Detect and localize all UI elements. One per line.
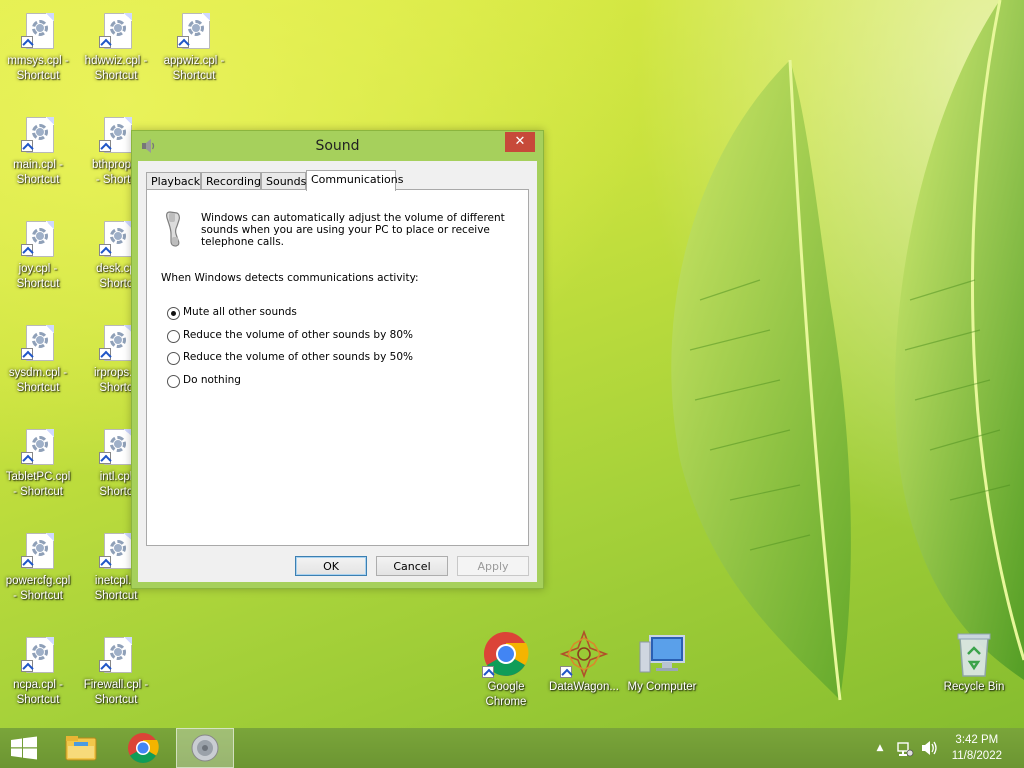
- control-panel-shortcut-icon: [99, 324, 133, 364]
- tray-overflow-chevron[interactable]: ▲: [872, 728, 888, 768]
- sound-icon: [191, 734, 219, 762]
- activity-group-label: When Windows detects communications acti…: [161, 272, 419, 284]
- control-panel-shortcut-icon: [21, 12, 55, 52]
- dialog-titlebar[interactable]: Sound ✕: [132, 131, 543, 161]
- desktop-icon-datawagon[interactable]: DataWagon...: [546, 629, 622, 695]
- radio-indicator[interactable]: [167, 330, 180, 343]
- tab-communications[interactable]: Communications: [306, 170, 403, 191]
- cancel-button[interactable]: Cancel: [376, 556, 448, 576]
- desktop-icon-recycle-bin[interactable]: Recycle Bin: [936, 630, 1012, 695]
- taskbar: ▲ 3:42 PM 11/8/2022: [0, 728, 1024, 768]
- desktop-icon-sysdm[interactable]: sysdm.cpl - Shortcut: [0, 324, 76, 396]
- desktop-icon-mmsys[interactable]: mmsys.cpl - Shortcut: [0, 12, 76, 84]
- taskbar-clock[interactable]: 3:42 PM 11/8/2022: [952, 732, 1002, 764]
- control-panel-shortcut-icon: [21, 116, 55, 156]
- control-panel-shortcut-icon: [21, 220, 55, 260]
- desktop-icon-ncpa[interactable]: ncpa.cpl - Shortcut: [0, 636, 76, 708]
- control-panel-shortcut-icon: [99, 636, 133, 676]
- network-tray-icon[interactable]: [894, 728, 916, 768]
- control-panel-shortcut-icon: [99, 428, 133, 468]
- desktop-icon-my-computer[interactable]: My Computer: [624, 630, 700, 695]
- control-panel-shortcut-icon: [21, 428, 55, 468]
- radio-indicator[interactable]: [167, 352, 180, 365]
- recycle-bin-icon: [954, 630, 994, 678]
- telephone-icon: [164, 210, 186, 248]
- communications-description: Windows can automatically adjust the vol…: [201, 212, 505, 248]
- taskbar-chrome[interactable]: [120, 728, 166, 768]
- computer-icon: [638, 630, 686, 678]
- tab-playback[interactable]: Playback: [146, 172, 201, 190]
- control-panel-shortcut-icon: [21, 324, 55, 364]
- communications-panel: Windows can automatically adjust the vol…: [146, 189, 529, 546]
- radio-indicator[interactable]: [167, 307, 180, 320]
- datawagon-icon: [559, 629, 609, 679]
- volume-tray-icon[interactable]: [918, 728, 940, 768]
- chrome-icon: [482, 630, 530, 678]
- clock-time: 3:42 PM: [955, 734, 999, 746]
- desktop-icon-hdwwiz[interactable]: hdwwiz.cpl - Shortcut: [78, 12, 154, 84]
- desktop-icon-powercfg[interactable]: powercfg.cpl - Shortcut: [0, 532, 76, 604]
- desktop-icon-firewall[interactable]: Firewall.cpl - Shortcut: [78, 636, 154, 708]
- start-button[interactable]: [0, 728, 48, 768]
- tab-recording[interactable]: Recording: [201, 172, 261, 190]
- taskbar-file-explorer[interactable]: [58, 728, 104, 768]
- desktop-icon-joy[interactable]: joy.cpl - Shortcut: [0, 220, 76, 292]
- control-panel-shortcut-icon: [177, 12, 211, 52]
- start-icon: [11, 736, 37, 760]
- desktop-icon-tabletpc[interactable]: TabletPC.cpl - Shortcut: [0, 428, 76, 500]
- taskbar-sound-active[interactable]: [176, 728, 234, 768]
- desktop-icon-main[interactable]: main.cpl - Shortcut: [0, 116, 76, 188]
- close-button[interactable]: ✕: [505, 132, 535, 152]
- clock-date: 11/8/2022: [951, 750, 1002, 762]
- control-panel-shortcut-icon: [99, 12, 133, 52]
- control-panel-shortcut-icon: [99, 116, 133, 156]
- dialog-title: Sound: [315, 138, 360, 154]
- apply-button[interactable]: Apply: [457, 556, 529, 576]
- file-explorer-icon: [65, 736, 97, 761]
- desktop-icon-google-chrome[interactable]: Google Chrome: [468, 630, 544, 710]
- desktop-icon-appwiz[interactable]: appwiz.cpl - Shortcut: [156, 12, 232, 84]
- tab-sounds[interactable]: Sounds: [261, 172, 306, 190]
- control-panel-shortcut-icon: [99, 220, 133, 260]
- chrome-icon: [128, 733, 159, 764]
- dialog-client-area: Playback Recording Sounds Communications…: [138, 161, 537, 582]
- control-panel-shortcut-icon: [99, 532, 133, 572]
- control-panel-shortcut-icon: [21, 532, 55, 572]
- radio-indicator[interactable]: [167, 375, 180, 388]
- control-panel-shortcut-icon: [21, 636, 55, 676]
- sound-dialog: Sound ✕ Playback Recording Sounds Commun…: [131, 130, 544, 589]
- ok-button[interactable]: OK: [295, 556, 367, 576]
